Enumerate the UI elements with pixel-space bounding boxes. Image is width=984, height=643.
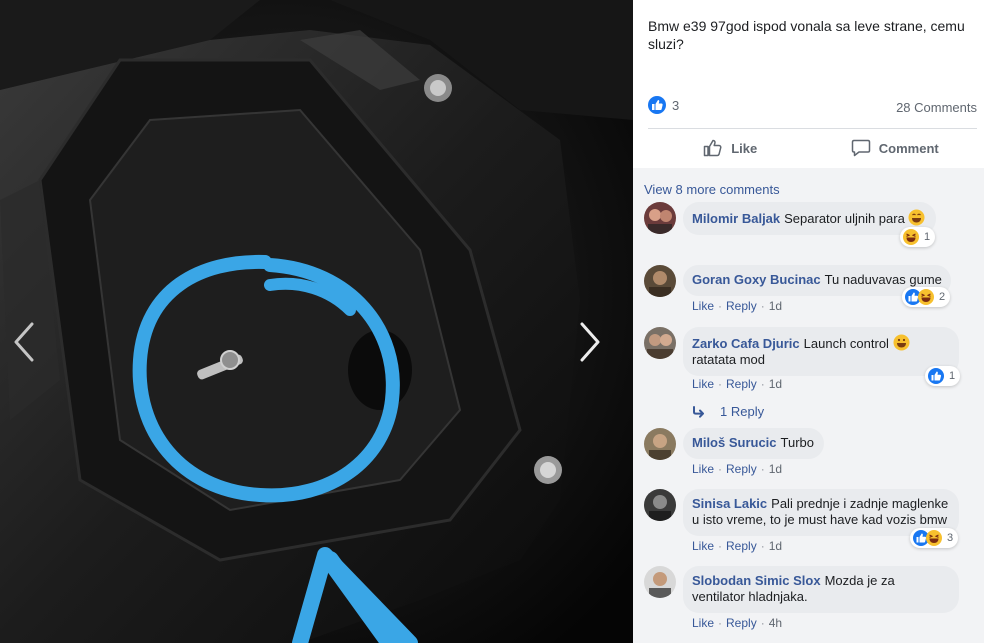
comment-count[interactable]: 28 Comments (896, 100, 977, 115)
chevron-right-icon[interactable] (578, 322, 618, 374)
avatar[interactable] (644, 566, 676, 598)
reaction-badge[interactable]: 1 (900, 227, 936, 247)
post-actions: Like Comment (648, 129, 977, 167)
reaction-count: 2 (939, 291, 946, 303)
comment-time[interactable]: 1d (769, 299, 782, 313)
comment-reply-link[interactable]: Reply (726, 377, 757, 391)
grinning-emoji-icon (908, 209, 925, 226)
comment-meta: Like·Reply·1d (692, 539, 783, 553)
comment-text: Turbo (780, 435, 815, 450)
view-replies-link[interactable]: 1 Reply (692, 404, 764, 419)
comment-bubble: Zarko Cafa Djuric Launch control ratatata… (683, 327, 959, 376)
reaction-badge[interactable]: 2 (902, 287, 951, 307)
comment-time[interactable]: 1d (769, 462, 782, 476)
comments-list: View 8 more comments Milomir Baljak Separ… (633, 168, 984, 643)
comment-text-line-2: ratatata mod (692, 352, 765, 367)
comment-time[interactable]: 1d (769, 539, 782, 553)
comment-meta: Like · Reply · 4h (692, 616, 783, 630)
chevron-left-icon[interactable] (12, 322, 52, 374)
post-photo (0, 0, 633, 643)
comment-item: Miloš Surucic Turbo Like · Reply · 1d (644, 428, 974, 480)
comment-text: Launch control (803, 336, 889, 351)
avatar[interactable] (644, 202, 676, 234)
comment-meta: Like·Reply·1d (692, 377, 783, 391)
haha-reaction-icon (926, 530, 942, 546)
comment-bubble: Miloš Surucic Turbo (683, 428, 824, 459)
comment-item: Sinisa Lakic Pali prednje i zadnje maglen… (644, 489, 974, 567)
comment-bubble: Milomir Baljak Separator uljnih para (683, 202, 936, 235)
comment-button[interactable]: Comment (813, 129, 978, 167)
comment-author[interactable]: Sinisa Lakic (692, 496, 767, 511)
comment-reply-link[interactable]: Reply (726, 462, 757, 476)
avatar[interactable] (644, 265, 676, 297)
post-stats: 3 28 Comments (648, 96, 977, 116)
haha-reaction-icon (903, 229, 919, 245)
comment-time[interactable]: 4h (769, 616, 782, 630)
comment-reply-link[interactable]: Reply (726, 616, 757, 630)
comment-item: Slobodan Simic Slox Mozda je za ventilato… (644, 566, 974, 643)
comment-like-link[interactable]: Like (692, 616, 714, 630)
comment-author[interactable]: Slobodan Simic Slox (692, 573, 821, 588)
comment-author[interactable]: Goran Goxy Bucinac (692, 272, 821, 287)
thumbs-up-outline-icon (703, 139, 722, 157)
view-replies-label: 1 Reply (720, 404, 765, 419)
comment-like-link[interactable]: Like (692, 299, 714, 313)
post-side-panel: Bmw e39 97god ispod vonala sa leve stran… (633, 0, 984, 643)
comment-item: Goran Goxy Bucinac Tu naduvavas gume 2 Li… (644, 265, 974, 317)
thumbs-up-icon (648, 96, 666, 114)
like-button-label: Like (731, 140, 758, 156)
comment-time[interactable]: 1d (769, 377, 782, 391)
speech-bubble-icon (851, 139, 871, 157)
comment-item: Zarko Cafa Djuric Launch control ratatata… (644, 327, 974, 405)
comment-like-link[interactable]: Like (692, 539, 714, 553)
post-text: Bmw e39 97god ispod vonala sa leve stran… (648, 18, 965, 52)
comment-button-label: Comment (878, 140, 939, 156)
avatar[interactable] (644, 428, 676, 460)
comment-author[interactable]: Miloš Surucic (692, 435, 777, 450)
comment-like-link[interactable]: Like (692, 462, 714, 476)
comment-author[interactable]: Milomir Baljak (692, 211, 780, 226)
haha-reaction-icon (918, 289, 934, 305)
comment-meta: Like·Reply·1d (692, 299, 783, 313)
grinning-emoji-icon (893, 334, 910, 351)
reaction-count: 1 (924, 231, 931, 243)
comment-reply-link[interactable]: Reply (726, 539, 757, 553)
comment-item: Milomir BaljakSeparator uljnih para 1 Li… (644, 202, 974, 286)
comment-like-link[interactable]: Like (692, 377, 714, 391)
reaction-badge[interactable]: 1 (925, 366, 961, 386)
comment-text: Tu naduvavas gume (824, 272, 942, 287)
comment-reply-link[interactable]: Reply (726, 299, 757, 313)
like-reaction-icon (928, 368, 944, 384)
like-summary[interactable]: 3 (648, 96, 679, 114)
reaction-badge[interactable]: 3 (910, 528, 959, 548)
reaction-count: 3 (947, 532, 954, 544)
like-count: 3 (672, 97, 680, 113)
reply-arrow-icon (693, 405, 704, 418)
view-more-comments-link[interactable]: View 8 more comments (644, 182, 780, 197)
reaction-count: 1 (949, 370, 956, 382)
photo-viewer (0, 0, 633, 643)
comment-bubble: Slobodan Simic Slox Mozda je za ventilato… (683, 566, 959, 613)
like-button[interactable]: Like (648, 129, 813, 167)
comment-text: Separator uljnih para (784, 211, 905, 226)
comment-meta: Like·Reply·1d (692, 462, 783, 476)
avatar[interactable] (644, 327, 676, 359)
comment-author[interactable]: Zarko Cafa Djuric (692, 336, 800, 351)
avatar[interactable] (644, 489, 676, 521)
